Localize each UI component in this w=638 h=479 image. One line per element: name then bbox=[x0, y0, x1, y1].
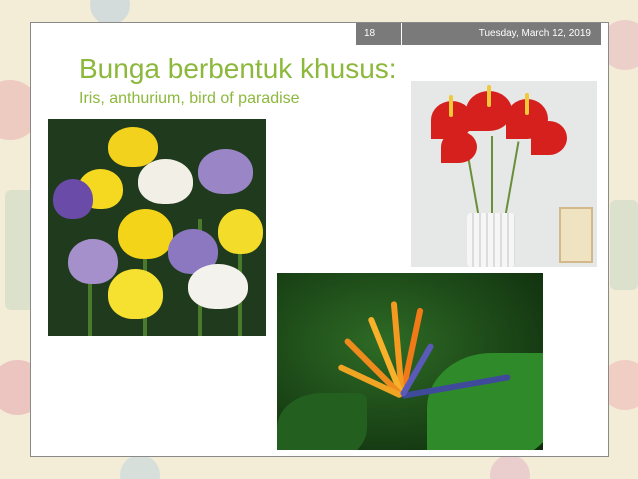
header-separator bbox=[401, 23, 402, 45]
picture-frame bbox=[559, 207, 593, 263]
slide-subtitle: Iris, anthurium, bird of paradise bbox=[79, 90, 300, 107]
slide-title: Bunga berbentuk khusus: bbox=[79, 53, 397, 84]
slide: 18 Tuesday, March 12, 2019 Bunga berbent… bbox=[30, 22, 609, 457]
bird-of-paradise-photo bbox=[277, 273, 543, 450]
slide-header-bar: 18 Tuesday, March 12, 2019 bbox=[356, 23, 601, 45]
slide-date: Tuesday, March 12, 2019 bbox=[478, 28, 591, 39]
vase bbox=[467, 213, 515, 267]
iris-photo bbox=[48, 119, 266, 336]
anthurium-photo bbox=[411, 81, 597, 267]
slide-number: 18 bbox=[364, 28, 376, 39]
